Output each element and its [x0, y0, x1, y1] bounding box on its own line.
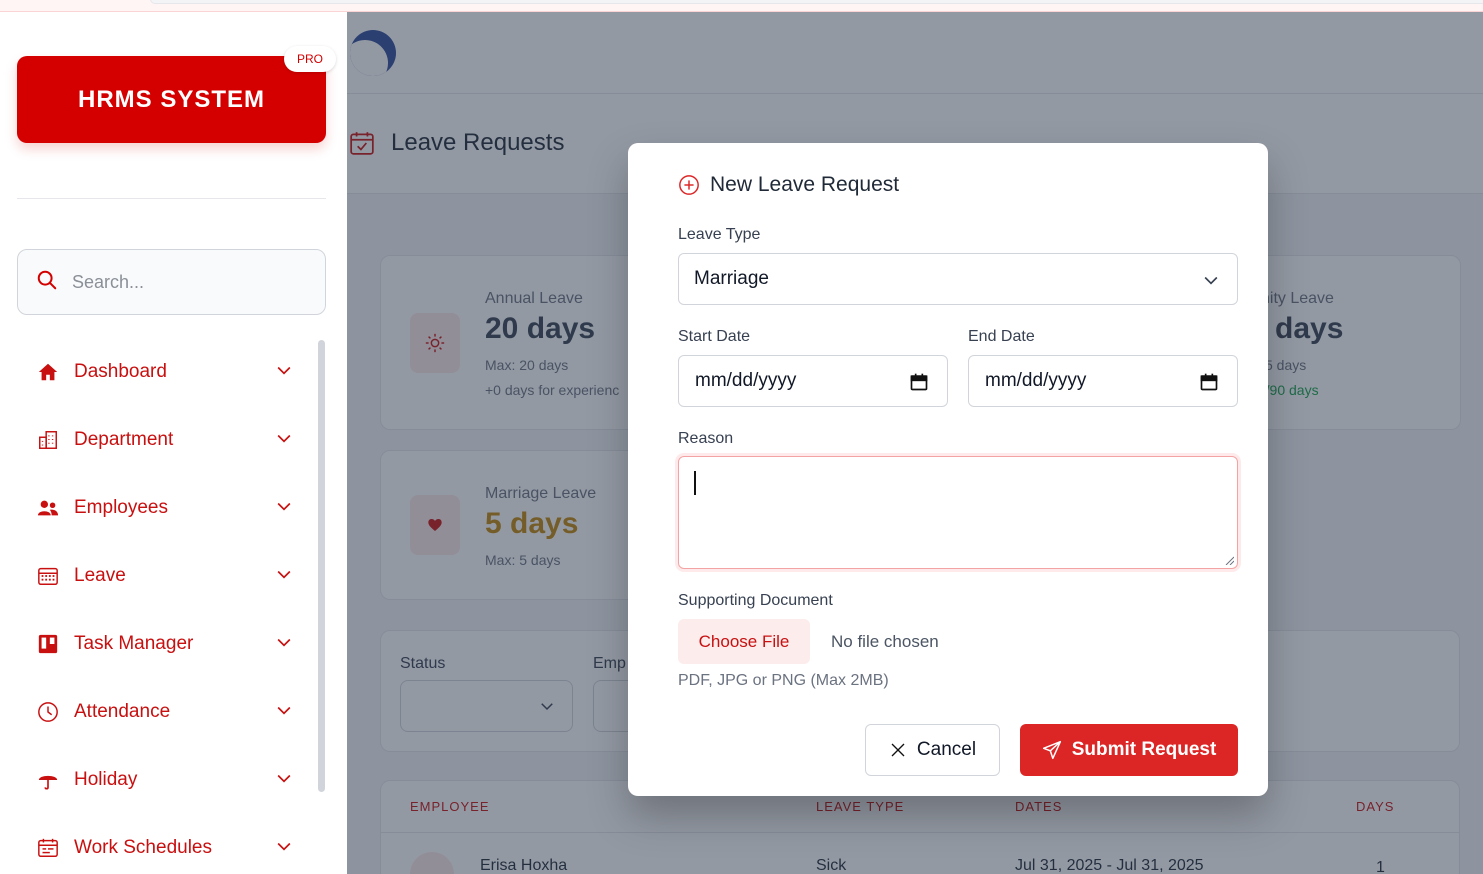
chevron-down-icon[interactable] — [274, 360, 294, 380]
reason-label: Reason — [678, 430, 734, 447]
submit-label: Submit Request — [1071, 739, 1217, 760]
sidebar-item-employees[interactable]: Employees — [0, 474, 310, 542]
building-icon — [36, 428, 60, 452]
sidebar-nav: Dashboard Department Employees Leave Tas… — [0, 338, 310, 874]
sidebar-item-label: Attendance — [74, 701, 171, 722]
sidebar-divider — [17, 198, 326, 199]
choose-file-button[interactable]: Choose File — [678, 619, 810, 664]
cancel-label: Cancel — [916, 739, 977, 760]
umbrella-icon — [36, 768, 60, 792]
sidebar-item-label: Task Manager — [74, 633, 194, 654]
sidebar-item-label: Holiday — [74, 769, 138, 790]
search-icon — [36, 269, 58, 295]
leave-type-value: Marriage — [694, 268, 769, 289]
chevron-down-icon[interactable] — [274, 496, 294, 516]
pro-badge: PRO — [284, 46, 336, 72]
top-pill — [150, 0, 1483, 4]
users-icon — [36, 496, 60, 520]
chevron-down-icon[interactable] — [274, 836, 294, 856]
sidebar-search[interactable] — [17, 249, 326, 315]
sidebar-scrollbar[interactable] — [318, 340, 325, 792]
start-date-input[interactable]: mm/dd/yyyy — [678, 355, 948, 407]
cancel-button[interactable]: Cancel — [865, 724, 1000, 776]
sidebar-item-holiday[interactable]: Holiday — [0, 746, 310, 814]
new-leave-request-modal: New Leave Request Leave Type Marriage St… — [628, 143, 1268, 796]
sidebar-item-label: Department — [74, 429, 174, 450]
clock-icon — [36, 700, 60, 724]
sidebar-item-label: Work Schedules — [74, 837, 212, 858]
close-icon — [891, 743, 905, 757]
brand-logo[interactable]: HRMS SYSTEM — [17, 56, 326, 143]
sidebar-item-label: Employees — [74, 497, 168, 518]
chevron-down-icon[interactable] — [274, 700, 294, 720]
text-caret — [694, 471, 696, 495]
calendar-icon[interactable] — [909, 372, 929, 392]
reason-textarea[interactable] — [678, 456, 1238, 569]
modal-title: New Leave Request — [710, 173, 900, 196]
submit-request-button[interactable]: Submit Request — [1020, 724, 1238, 776]
supporting-document-label: Supporting Document — [678, 592, 833, 609]
sidebar-item-dashboard[interactable]: Dashboard — [0, 338, 310, 406]
leave-type-select[interactable]: Marriage — [678, 253, 1238, 305]
sidebar-item-department[interactable]: Department — [0, 406, 310, 474]
browser-top-strip — [0, 0, 1483, 12]
start-date-value: mm/dd/yyyy — [695, 370, 797, 391]
calendar-icon[interactable] — [1199, 372, 1219, 392]
schedule-icon — [36, 836, 60, 860]
sidebar-item-task-manager[interactable]: Task Manager — [0, 610, 310, 678]
sidebar-item-work-schedules[interactable]: Work Schedules — [0, 814, 310, 874]
calendar-grid-icon — [36, 564, 60, 588]
home-icon — [36, 360, 60, 384]
modal-header: New Leave Request — [678, 173, 899, 197]
end-date-label: End Date — [968, 328, 1035, 345]
resize-handle-icon[interactable] — [1224, 555, 1234, 565]
sidebar: HRMS SYSTEM PRO Dashboard Department — [0, 12, 347, 874]
chevron-down-icon[interactable] — [274, 632, 294, 652]
end-date-value: mm/dd/yyyy — [985, 370, 1087, 391]
start-date-label: Start Date — [678, 328, 751, 345]
chevron-down-icon[interactable] — [274, 428, 294, 448]
sidebar-item-label: Leave — [74, 565, 126, 586]
brand-name: HRMS SYSTEM — [77, 85, 265, 113]
sidebar-item-label: Dashboard — [74, 361, 167, 382]
file-hint: PDF, JPG or PNG (Max 2MB) — [678, 672, 889, 689]
no-file-text: No file chosen — [831, 632, 939, 651]
search-input[interactable] — [72, 271, 292, 293]
sidebar-item-attendance[interactable]: Attendance — [0, 678, 310, 746]
leave-type-label: Leave Type — [678, 226, 761, 243]
kanban-icon — [36, 632, 60, 656]
send-icon — [1042, 740, 1061, 760]
sidebar-item-leave[interactable]: Leave — [0, 542, 310, 610]
chevron-down-icon — [1204, 276, 1218, 285]
end-date-input[interactable]: mm/dd/yyyy — [968, 355, 1238, 407]
chevron-down-icon[interactable] — [274, 768, 294, 788]
chevron-down-icon[interactable] — [274, 564, 294, 584]
plus-circle-icon — [679, 175, 699, 195]
